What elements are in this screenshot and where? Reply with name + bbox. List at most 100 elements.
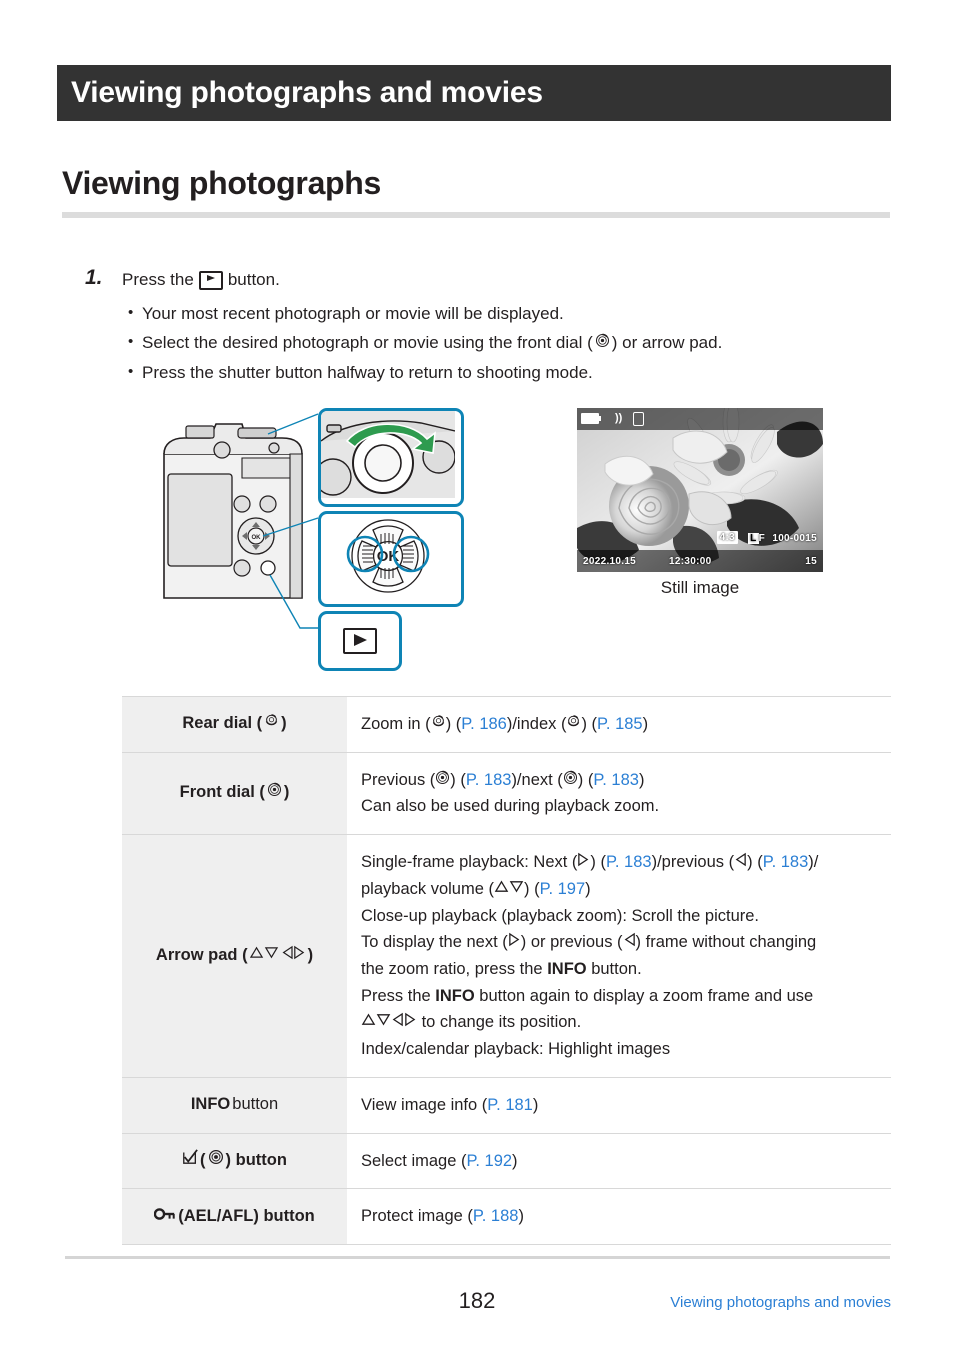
description-text: ) (532, 1095, 539, 1114)
control-name-label: Front dial ( (179, 783, 265, 802)
bullet-text: Press the shutter button halfway to retu… (142, 362, 593, 382)
sample-photo (577, 408, 823, 572)
page-reference-link[interactable]: P. 183 (466, 767, 512, 794)
step-text-after: button. (227, 270, 280, 289)
table-row: Arrow pad () Single-frame playback: Next … (122, 834, 891, 1078)
checkmark-box-icon (182, 1149, 198, 1173)
emphasis-text: INFO (547, 960, 587, 979)
multi-selector-icon (208, 1149, 224, 1173)
page-reference-link[interactable]: P. 181 (487, 1092, 533, 1119)
right-triangle-icon (404, 1009, 417, 1036)
description-text: Close-up playback (playback zoom): Scrol… (361, 906, 760, 925)
page-title: Viewing photographs (62, 165, 382, 201)
rear-dial-icon (264, 712, 279, 736)
control-name-cell: Rear dial () (122, 696, 347, 753)
description-text: ) (642, 715, 649, 733)
right-triangle-icon (577, 849, 590, 876)
front-dial-icon (435, 767, 450, 794)
description-text: Can also be used during playback zoom. (361, 797, 660, 816)
page-reference-link[interactable]: P. 197 (540, 876, 586, 903)
up-triangle-icon (361, 1009, 376, 1036)
description-text: Index/calendar playback: Highlight image… (361, 1040, 671, 1059)
list-item: • Select the desired photograph or movie… (128, 332, 888, 353)
description-text: ) ( (577, 770, 594, 789)
chapter-banner-title: Viewing photographs and movies (71, 76, 543, 109)
table-row: INFO button View image info (P. 181) (122, 1076, 891, 1134)
description-line: Select image (P. 192) (361, 1148, 881, 1175)
page-reference-link[interactable]: P. 183 (763, 849, 809, 876)
step-number: 1. (85, 266, 103, 289)
frame-count-label: 15 (805, 556, 817, 567)
bullet-text-before: Select the desired photograph or movie u… (142, 333, 593, 353)
page-reference-link[interactable]: P. 192 (466, 1148, 512, 1175)
description-line: Press the INFO button again to display a… (361, 983, 881, 1010)
left-triangle-icon (623, 929, 636, 956)
lcd-still-image-preview: )) 4:3 LF 100-0015 2022.10.15 12:30:00 1… (577, 408, 823, 572)
description-line: To display the next () or previous () fr… (361, 929, 881, 956)
right-triangle-icon (508, 929, 521, 956)
control-name-label: (AEL/AFL) button (178, 1206, 315, 1225)
description-text: Single-frame playback: Next ( (361, 853, 578, 872)
control-name-cell: INFO button (122, 1076, 347, 1134)
description-line: Protect image (P. 188) (361, 1203, 881, 1230)
description-text: button. (586, 960, 642, 979)
page-reference-link[interactable]: P. 183 (606, 849, 652, 876)
page-reference-link[interactable]: P. 186 (461, 711, 507, 738)
list-item: • Press the shutter button halfway to re… (128, 362, 888, 383)
up-triangle-icon (494, 876, 509, 903)
list-item: • Your most recent photograph or movie w… (128, 303, 888, 324)
lcd-top-overlay-bar (577, 408, 823, 430)
wifi-icon: )) (615, 412, 623, 424)
footer-section-link[interactable]: Viewing photographs and movies (670, 1294, 891, 1311)
control-description-cell: View image info (P. 181) (347, 1076, 891, 1134)
control-name-label: ) button (225, 1151, 287, 1170)
control-description-cell: Previous () (P. 183)/next () (P. 183) Can… (347, 751, 891, 836)
description-text: ) ( (581, 715, 598, 733)
front-dial-icon (267, 781, 282, 805)
control-name-cell: () button (122, 1132, 347, 1190)
description-text: the zoom ratio, press the (361, 960, 548, 979)
page-reference-link[interactable]: P. 188 (473, 1203, 519, 1230)
description-text: View image info ( (361, 1095, 488, 1114)
playback-button-icon (343, 628, 377, 654)
control-name-label: Arrow pad ( (155, 946, 248, 965)
description-text: Select image ( (361, 1151, 467, 1170)
rear-dial-icon (566, 711, 581, 738)
image-quality-badge: LF (748, 533, 765, 544)
description-text: )/previous ( (651, 853, 735, 872)
page-reference-link[interactable]: P. 183 (593, 767, 639, 794)
aspect-ratio-badge: 4:3 (716, 531, 738, 544)
control-reference-table: Rear dial () Zoom in () (P. 186)/index ()… (122, 696, 891, 1246)
bullet-dot: • (128, 333, 134, 351)
description-line: the zoom ratio, press the INFO button. (361, 956, 881, 983)
callout-front-dial (318, 408, 464, 507)
control-description-cell: Single-frame playback: Next () (P. 183)/… (347, 834, 891, 1078)
description-text: Protect image ( (361, 1207, 473, 1226)
left-triangle-icon (734, 849, 747, 876)
front-dial-icon (563, 767, 578, 794)
description-text: ) (585, 879, 591, 898)
date-label: 2022.10.15 (583, 556, 637, 567)
table-row: () button Select image (P. 192) (122, 1132, 891, 1190)
description-text: Previous ( (361, 770, 436, 789)
description-text: )/index ( (506, 715, 567, 733)
manual-page: Viewing photographs and movies Viewing p… (0, 0, 954, 1354)
description-text: ) or previous ( (520, 933, 623, 952)
description-text: ) ( (445, 715, 462, 733)
description-text: To display the next ( (361, 933, 508, 952)
description-text: ) ( (590, 853, 606, 872)
step-instruction: Press the button. (122, 270, 280, 290)
control-name-cell: Front dial () (122, 751, 347, 836)
control-name-cell: (AEL/AFL) button (122, 1188, 347, 1246)
description-text: ) ( (450, 770, 466, 789)
description-text: Press the (361, 986, 436, 1005)
page-reference-link[interactable]: P. 185 (597, 711, 643, 738)
step-text-before: Press the (122, 270, 194, 289)
description-line: View image info (P. 181) (361, 1092, 881, 1119)
control-description-cell: Select image (P. 192) (347, 1132, 891, 1190)
playback-button-icon (198, 270, 223, 290)
description-text: to change its position. (417, 1013, 582, 1032)
description-text: Zoom in ( (361, 715, 431, 733)
description-line: to change its position. (361, 1009, 881, 1036)
bullet-dot: • (128, 304, 134, 321)
